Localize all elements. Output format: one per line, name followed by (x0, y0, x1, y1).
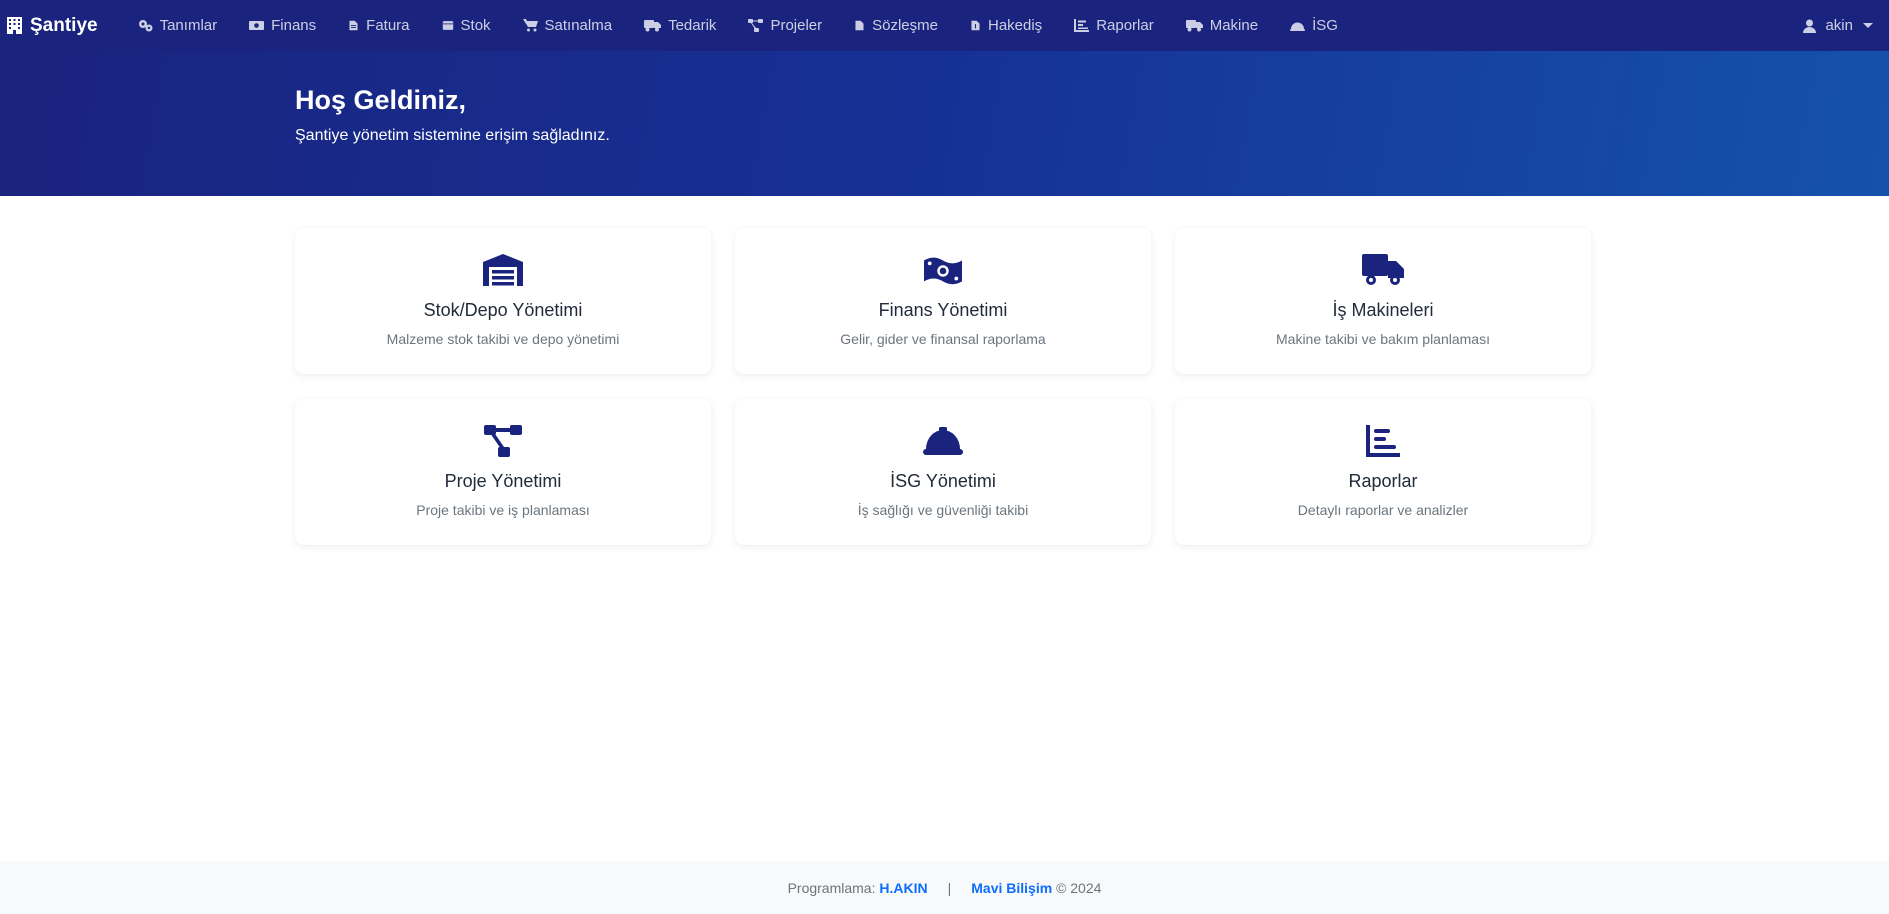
page-footer: Programlama: H.AKIN | Mavi Bilişim © 202… (0, 861, 1889, 914)
nav-item-tanimlar[interactable]: Tanımlar (122, 0, 234, 51)
page-title: Hoş Geldiniz, (295, 85, 467, 115)
card-title: İş Makineleri (1332, 300, 1434, 320)
company-link[interactable]: Mavi Bilişim (971, 880, 1052, 896)
nav-item-raporlar[interactable]: Raporlar (1058, 0, 1170, 51)
nav-item-makine[interactable]: Makine (1170, 0, 1274, 51)
nav-item-stok[interactable]: Stok (426, 0, 507, 51)
box-icon (442, 21, 453, 30)
card-description: Gelir, gider ve finansal raporlama (840, 331, 1046, 347)
main-nav: Tanımlar Finans Fatura Stok Satınalma Te… (122, 0, 1354, 51)
nav-item-label: Tedarik (668, 17, 717, 34)
nav-item-label: Satınalma (544, 17, 613, 34)
footer-separator: | (947, 879, 952, 896)
footer-prefix: Programlama: (787, 879, 876, 896)
nav-item-satinalma[interactable]: Satınalma (507, 0, 629, 51)
footer-copyright: © 2024 (1056, 879, 1102, 896)
nav-item-projeler[interactable]: Projeler (732, 0, 838, 51)
nav-item-hakedis[interactable]: Hakediş (954, 0, 1058, 51)
user-menu[interactable]: akin (1803, 0, 1873, 51)
card-isg[interactable]: İSG Yönetimi İş sağlığı ve güvenliği tak… (735, 399, 1151, 545)
truck-icon (1185, 20, 1203, 32)
card-finans[interactable]: Finans Yönetimi Gelir, gider ve finansal… (735, 228, 1151, 374)
author-link[interactable]: H.AKIN (879, 880, 927, 896)
brand-label: Şantiye (30, 14, 98, 36)
nav-item-label: Fatura (366, 17, 410, 34)
user-name: akin (1825, 17, 1853, 34)
card-description: Malzeme stok takibi ve depo yönetimi (386, 331, 620, 347)
nav-item-isg[interactable]: İSG (1274, 0, 1354, 51)
nav-item-label: Stok (460, 17, 491, 34)
gears-icon (138, 20, 153, 32)
card-description: İş sağlığı ve güvenliği takibi (857, 502, 1029, 518)
file-invoice-icon (349, 20, 358, 31)
nav-item-label: Hakediş (987, 17, 1043, 34)
file-contract-icon (855, 20, 864, 31)
nav-item-tedarik[interactable]: Tedarik (628, 0, 732, 51)
card-title: Proje Yönetimi (444, 471, 562, 491)
nav-item-finans[interactable]: Finans (233, 0, 332, 51)
nav-item-label: Projeler (770, 17, 823, 34)
card-title: Stok/Depo Yönetimi (423, 300, 583, 320)
nav-item-label: Sözleşme (872, 17, 938, 34)
nav-item-label: Raporlar (1096, 17, 1154, 34)
nav-item-label: Makine (1209, 17, 1259, 34)
page-subtitle: Şantiye yönetim sistemine erişim sağladı… (295, 127, 610, 144)
card-title: İSG Yönetimi (890, 471, 996, 491)
chevron-down-icon (1863, 23, 1873, 28)
top-navbar: Şantiye Tanımlar Finans Fatura Stok Satı… (0, 0, 1889, 51)
warehouse-icon (483, 254, 523, 286)
truck-icon (1362, 254, 1404, 285)
truck-icon (644, 20, 662, 32)
chart-bar-icon (1074, 19, 1090, 32)
card-proje[interactable]: Proje Yönetimi Proje takibi ve iş planla… (295, 399, 711, 545)
welcome-banner: Hoş Geldiniz, Şantiye yönetim sistemine … (0, 51, 1889, 196)
nav-item-label: Tanımlar (159, 17, 218, 34)
card-raporlar[interactable]: Raporlar Detaylı raporlar ve analizler (1175, 399, 1591, 545)
nav-item-label: İSG (1312, 17, 1338, 34)
user-icon (1803, 19, 1817, 33)
card-title: Finans Yönetimi (878, 300, 1008, 320)
project-diagram-icon (748, 19, 764, 32)
project-diagram-icon (484, 425, 522, 457)
brand-link[interactable]: Şantiye (0, 0, 98, 51)
card-stok-depo[interactable]: Stok/Depo Yönetimi Malzeme stok takibi v… (295, 228, 711, 374)
nav-item-fatura[interactable]: Fatura (332, 0, 425, 51)
nav-item-label: Finans (271, 17, 317, 34)
chart-bar-icon (1366, 425, 1400, 457)
card-description: Makine takibi ve bakım planlaması (1276, 331, 1490, 347)
card-title: Raporlar (1348, 471, 1418, 491)
shopping-cart-icon (522, 19, 538, 32)
card-is-makineleri[interactable]: İş Makineleri Makine takibi ve bakım pla… (1175, 228, 1591, 374)
hard-hat-icon (1290, 22, 1306, 31)
card-description: Proje takibi ve iş planlaması (416, 502, 590, 518)
module-cards: Stok/Depo Yönetimi Malzeme stok takibi v… (295, 228, 1592, 545)
building-icon (7, 17, 22, 34)
nav-item-sozlesme[interactable]: Sözleşme (838, 0, 954, 51)
money-bill-icon (249, 21, 265, 30)
file-dollar-icon (971, 20, 980, 31)
hard-hat-icon (923, 427, 963, 455)
money-bill-wave-icon (924, 257, 962, 285)
card-description: Detaylı raporlar ve analizler (1297, 502, 1469, 518)
